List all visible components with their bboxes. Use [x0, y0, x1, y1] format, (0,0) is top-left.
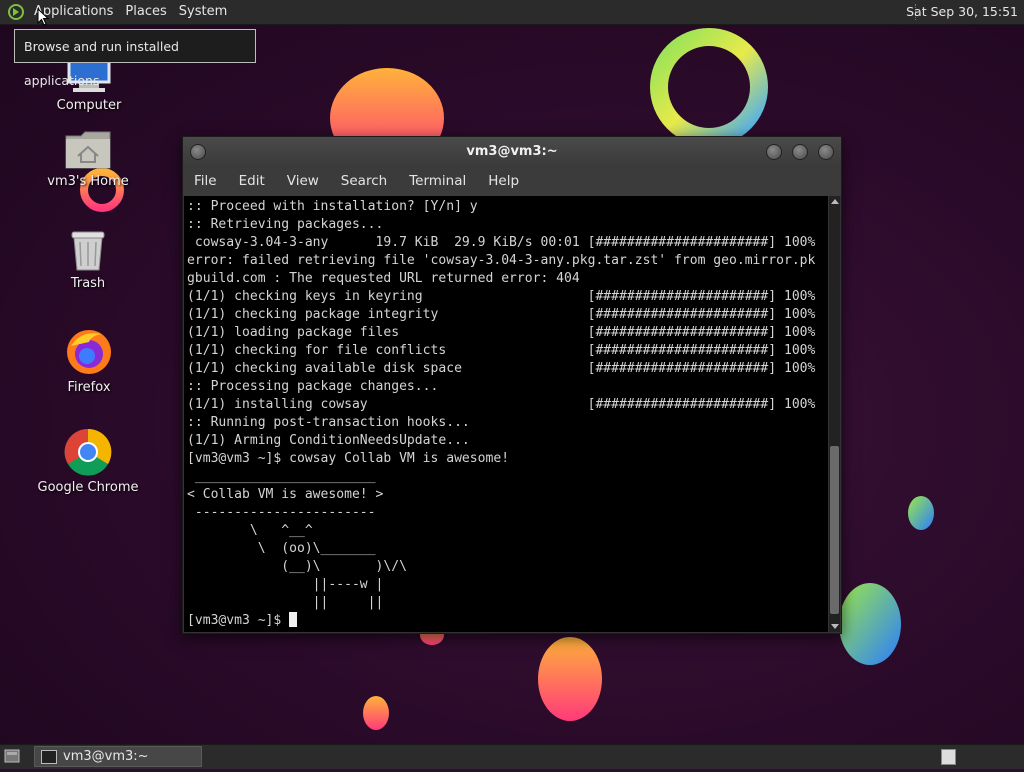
taskbar-item-label: vm3@vm3:~ [63, 749, 149, 764]
workspace-switcher[interactable] [941, 749, 956, 765]
terminal-line: :: Proceed with installation? [Y/n] y [187, 199, 478, 214]
top-panel: Applications Places System Sat Sep 30, 1… [0, 0, 1024, 25]
terminal-line: (1/1) checking available disk space [###… [187, 361, 816, 376]
desktop-icon-trash[interactable]: Trash [33, 230, 143, 291]
terminal-cursor [289, 612, 298, 627]
clock[interactable]: Sat Sep 30, 15:51 [906, 0, 1018, 24]
terminal-line: (1/1) checking for file conflicts [#####… [187, 343, 816, 358]
terminal-text: :: Proceed with installation? [Y/n] y ::… [184, 196, 828, 630]
places-menu[interactable]: Places [119, 0, 172, 24]
terminal-scrollbar[interactable] [829, 196, 840, 632]
minimize-button[interactable] [766, 144, 782, 160]
trash-icon [71, 231, 105, 271]
scroll-down-arrow[interactable] [831, 624, 839, 629]
bottom-panel: vm3@vm3:~ [0, 744, 1024, 769]
mouse-cursor-icon [37, 8, 49, 26]
terminal-line: :: Processing package changes... [187, 379, 439, 394]
desktop-icon-chrome[interactable]: Google Chrome [33, 428, 143, 495]
desktop-icon-firefox[interactable]: Firefox [34, 328, 144, 395]
system-menu[interactable]: System [173, 0, 233, 24]
terminal-line: :: Retrieving packages... [187, 217, 384, 232]
terminal-line: < Collab VM is awesome! > [187, 487, 384, 502]
terminal-line: (1/1) checking keys in keyring [########… [187, 289, 816, 304]
mate-menu-icon[interactable] [8, 4, 24, 20]
applications-tooltip: Browse and run installed applications [14, 29, 256, 88]
terminal-line: cowsay-3.04-3-any 19.7 KiB 29.9 KiB/s 00… [194, 235, 816, 250]
desktop-icon-label: Computer [56, 98, 122, 113]
terminal-line: (__)\ )\/\ [281, 559, 407, 574]
terminal-line: :: Running post-transaction hooks... [187, 415, 470, 430]
terminal-line: _______________________ [194, 469, 376, 484]
terminal-line: gbuild.com : The requested URL returned … [187, 271, 580, 286]
terminal-line: (1/1) installing cowsay [###############… [187, 397, 816, 412]
scrollbar-thumb[interactable] [830, 446, 839, 614]
scroll-up-arrow[interactable] [831, 199, 839, 204]
terminal-menubar: File Edit View Search Terminal Help [183, 167, 841, 196]
close-button[interactable] [818, 144, 834, 160]
desktop-icon-label: Google Chrome [37, 480, 139, 495]
terminal-line: [vm3@vm3 ~]$ cowsay Collab VM is awesome… [187, 451, 510, 466]
terminal-line: ----------------------- [194, 505, 376, 520]
desktop-icon-label: Firefox [67, 380, 111, 395]
menu-help[interactable]: Help [477, 167, 530, 196]
terminal-line: || || [312, 595, 384, 610]
window-menu-button[interactable] [190, 144, 206, 160]
menu-search[interactable]: Search [330, 167, 398, 196]
menu-terminal[interactable]: Terminal [398, 167, 477, 196]
terminal-line: \ ^__^ [249, 523, 313, 538]
menu-view[interactable]: View [276, 167, 330, 196]
chrome-icon [64, 428, 112, 476]
desktop-icon-label: Trash [70, 276, 106, 291]
terminal-line: error: failed retrieving file 'cowsay-3.… [187, 253, 816, 268]
terminal-line: (1/1) checking package integrity [######… [187, 307, 816, 322]
window-title: vm3@vm3:~ [466, 144, 558, 159]
maximize-button[interactable] [792, 144, 808, 160]
taskbar-item-terminal[interactable]: vm3@vm3:~ [34, 746, 202, 767]
terminal-output[interactable]: :: Proceed with installation? [Y/n] y ::… [184, 196, 828, 632]
terminal-icon [41, 750, 57, 764]
desktop-icon-label: vm3's Home [47, 174, 129, 189]
menu-edit[interactable]: Edit [228, 167, 276, 196]
window-titlebar[interactable]: vm3@vm3:~ [183, 137, 841, 167]
desktop-icon-home[interactable]: vm3's Home [33, 130, 143, 189]
terminal-line: (1/1) Arming ConditionNeedsUpdate... [187, 433, 470, 448]
terminal-line: \ (oo)\_______ [257, 541, 376, 556]
firefox-icon [67, 330, 111, 374]
terminal-line: ||----w | [312, 577, 384, 592]
terminal-window[interactable]: vm3@vm3:~ File Edit View Search Terminal… [182, 136, 842, 634]
terminal-prompt: [vm3@vm3 ~]$ [187, 613, 290, 628]
menu-file[interactable]: File [183, 167, 228, 196]
terminal-line: (1/1) loading package files [###########… [187, 325, 816, 340]
home-folder-icon [65, 131, 111, 169]
show-desktop-icon[interactable] [4, 749, 20, 763]
